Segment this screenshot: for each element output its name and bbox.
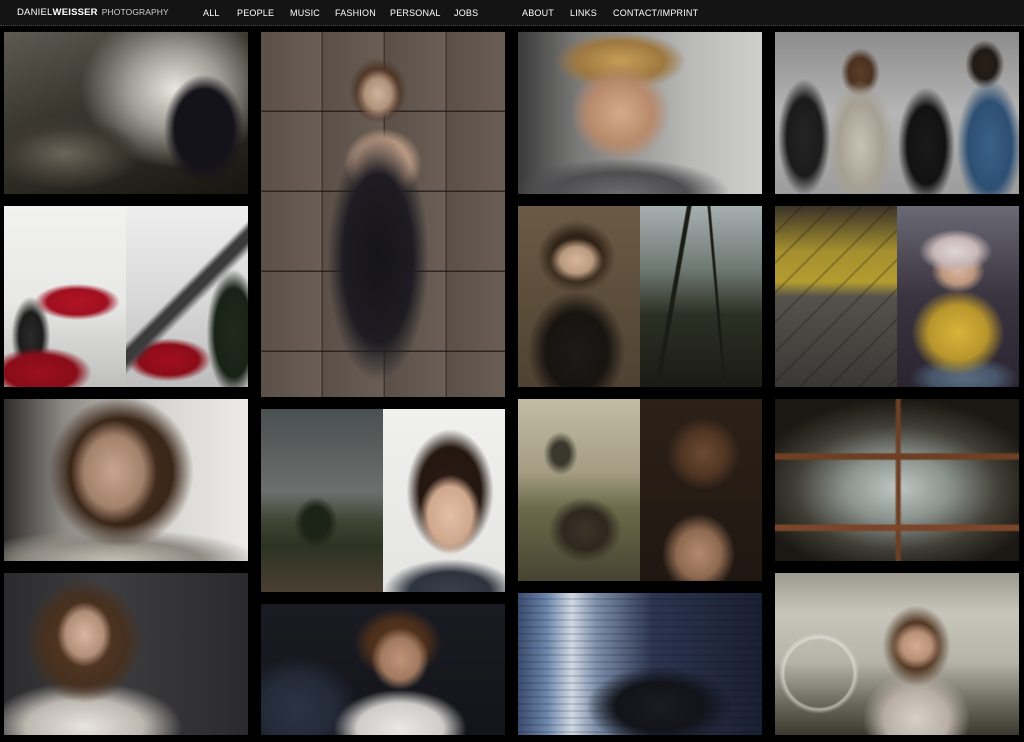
- photo-woman-portrait-dark[interactable]: [4, 573, 248, 735]
- photo-grid: [0, 27, 1024, 742]
- photo-woman-camera-and-trees[interactable]: [518, 206, 762, 387]
- nav-music[interactable]: MUSIC: [290, 8, 320, 18]
- nav-links[interactable]: LINKS: [570, 8, 597, 18]
- nav-fashion[interactable]: FASHION: [335, 8, 376, 18]
- nav-about[interactable]: ABOUT: [522, 8, 554, 18]
- site-logo[interactable]: DANIELWEISSER PHOTOGRAPHY: [17, 7, 169, 18]
- nav-people[interactable]: PEOPLE: [237, 8, 274, 18]
- photo-yellow-path-and-woman-headscarf[interactable]: [775, 206, 1019, 387]
- photo-band-portrait[interactable]: [775, 32, 1019, 194]
- logo-last-name: WEISSER: [52, 7, 98, 18]
- nav-all[interactable]: ALL: [203, 8, 220, 18]
- photo-fisheye-trees-sky[interactable]: [775, 399, 1019, 561]
- photo-woman-woodpile[interactable]: [4, 32, 248, 194]
- nav-contact-imprint[interactable]: CONTACT/IMPRINT: [613, 8, 698, 18]
- photo-woman-soap-bubble[interactable]: [775, 573, 1019, 735]
- photo-field-and-woman-portrait[interactable]: [261, 409, 505, 592]
- photo-barn-and-hooded-figure[interactable]: [518, 399, 762, 581]
- photo-woman-short-hair[interactable]: [4, 399, 248, 561]
- nav-personal[interactable]: PERSONAL: [390, 8, 441, 18]
- top-navigation-bar: DANIELWEISSER PHOTOGRAPHY ALL PEOPLE MUSI…: [0, 0, 1024, 26]
- photo-man-white-tshirt[interactable]: [261, 604, 505, 735]
- photo-woman-black-dress[interactable]: [261, 32, 505, 397]
- logo-tagline: PHOTOGRAPHY: [101, 7, 169, 17]
- nav-jobs[interactable]: JOBS: [454, 8, 478, 18]
- logo-first-name: DANIEL: [17, 7, 53, 18]
- photo-blond-man-closeup[interactable]: [518, 32, 762, 194]
- photo-red-interior-staircase[interactable]: [4, 206, 248, 387]
- photo-blue-radiator-window[interactable]: [518, 593, 762, 735]
